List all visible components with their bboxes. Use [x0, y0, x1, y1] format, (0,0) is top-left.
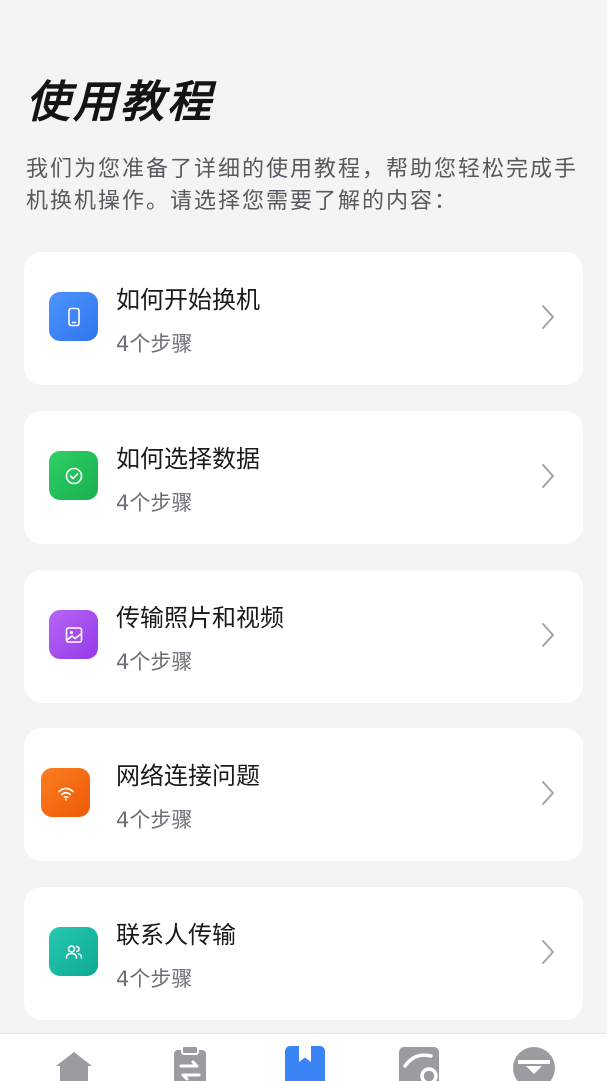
check-circle-icon [49, 451, 98, 500]
image-icon [49, 610, 98, 659]
card-title: 如何开始换机 [116, 286, 260, 314]
tutorial-card-network-issues[interactable]: 网络连接问题 4个步骤 [24, 728, 583, 861]
card-title: 网络连接问题 [116, 762, 260, 790]
card-steps: 4个步骤 [116, 332, 193, 356]
card-title: 如何选择数据 [116, 445, 260, 473]
card-title: 联系人传输 [116, 921, 236, 949]
card-title: 传输照片和视频 [116, 604, 284, 632]
tutorial-card-select-data[interactable]: 如何选择数据 4个步骤 [24, 411, 583, 544]
tutorial-icon[interactable] [283, 1044, 327, 1081]
card-steps: 4个步骤 [116, 650, 193, 674]
home-icon[interactable] [52, 1044, 96, 1081]
gallery-icon[interactable] [397, 1044, 441, 1081]
phone-icon [49, 292, 98, 341]
wifi-icon [41, 768, 90, 817]
chevron-right-icon [542, 781, 554, 805]
tutorial-card-photos-videos[interactable]: 传输照片和视频 4个步骤 [24, 570, 583, 703]
users-icon [49, 927, 98, 976]
tutorial-card-start-transfer[interactable]: 如何开始换机 4个步骤 [24, 252, 583, 385]
card-steps: 4个步骤 [116, 808, 193, 832]
chevron-right-icon [542, 623, 554, 647]
card-steps: 4个步骤 [116, 967, 193, 991]
page-title: 使用教程 [26, 77, 214, 128]
page-description: 我们为您准备了详细的使用教程，帮助您轻松完成手机换机操作。请选择您需要了解的内容… [26, 157, 579, 214]
chevron-right-icon [542, 464, 554, 488]
transfer-icon[interactable] [168, 1044, 212, 1081]
chevron-right-icon [542, 305, 554, 329]
profile-icon[interactable] [512, 1044, 556, 1081]
tutorial-card-contacts[interactable]: 联系人传输 4个步骤 [24, 887, 583, 1020]
bottom-nav [0, 1033, 607, 1081]
chevron-right-icon [542, 940, 554, 964]
card-steps: 4个步骤 [116, 491, 193, 515]
